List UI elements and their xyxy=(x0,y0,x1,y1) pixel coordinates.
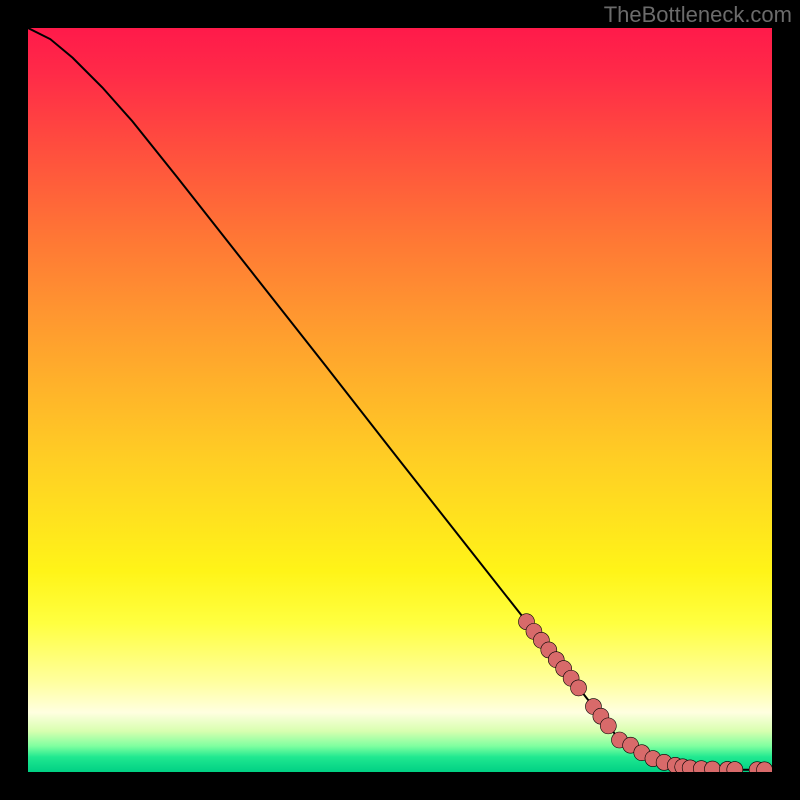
chart-points xyxy=(518,614,772,772)
data-point xyxy=(600,718,616,734)
chart-curve xyxy=(28,28,772,770)
chart-svg xyxy=(28,28,772,772)
chart-area xyxy=(28,28,772,772)
watermark-text: TheBottleneck.com xyxy=(604,2,792,28)
data-point xyxy=(571,680,587,696)
